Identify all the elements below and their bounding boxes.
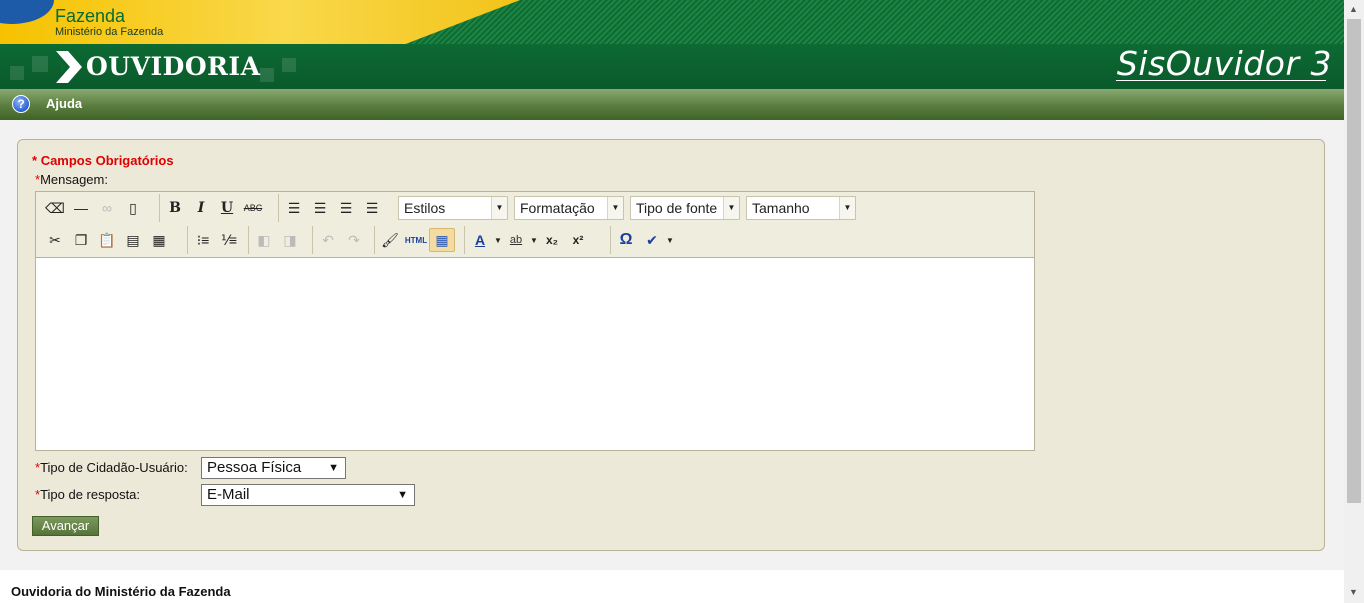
message-editor: ⌫ — ∞ ▯ B I U ABC ☰ ☰ ☰ ☰ Estilos ▼ Form… — [35, 191, 1035, 451]
chevron-down-icon[interactable]: ▼ — [529, 228, 539, 252]
subscript-button[interactable]: x₂ — [539, 228, 565, 252]
format-select[interactable]: Formatação ▼ — [514, 196, 624, 220]
response-type-value: E-Mail — [207, 486, 250, 503]
styles-select-label: Estilos — [404, 200, 446, 216]
citizen-type-value: Pessoa Física — [207, 459, 302, 476]
font-select[interactable]: Tipo de fonte ▼ — [630, 196, 740, 220]
new-page-icon[interactable]: ▯ — [120, 196, 146, 220]
chevron-down-icon[interactable]: ▼ — [493, 228, 503, 252]
chevron-logo-icon — [56, 51, 82, 83]
size-select[interactable]: Tamanho ▼ — [746, 196, 856, 220]
align-center-icon[interactable]: ☰ — [307, 196, 333, 220]
bulleted-list-icon[interactable]: ⁝≡ — [190, 228, 216, 252]
bold-button[interactable]: B — [162, 196, 188, 220]
help-icon[interactable]: ? — [12, 95, 30, 113]
brand-name: Fazenda — [55, 6, 126, 26]
toolbar-group-insert: ⌫ — ∞ ▯ — [40, 194, 146, 222]
outdent-icon[interactable]: ◧ — [251, 228, 277, 252]
chevron-down-icon: ▼ — [397, 489, 408, 501]
product-name: SisOuvidor 3 — [1116, 44, 1332, 83]
align-justify-icon[interactable]: ☰ — [359, 196, 385, 220]
redo-icon[interactable]: ↷ — [341, 228, 367, 252]
message-label: *Mensagem: — [35, 172, 108, 187]
horizontal-rule-icon[interactable]: — — [68, 196, 94, 220]
chevron-down-icon: ▼ — [491, 197, 507, 219]
toolbar-group-indent: ◧ ◨ — [248, 226, 303, 254]
header-logo-bar: OUVIDORIA SisOuvidor 3 — [0, 44, 1344, 89]
font-select-label: Tipo de fonte — [636, 200, 718, 216]
spellcheck-icon[interactable]: ✔ — [639, 228, 665, 252]
numbered-list-icon[interactable]: ⅟≡ — [216, 228, 242, 252]
underline-button[interactable]: U — [214, 196, 240, 220]
indent-icon[interactable]: ◨ — [277, 228, 303, 252]
editor-toolbar: ⌫ — ∞ ▯ B I U ABC ☰ ☰ ☰ ☰ Estilos ▼ Form… — [36, 192, 1034, 258]
response-type-label: *Tipo de resposta: — [35, 487, 140, 502]
styles-select[interactable]: Estilos ▼ — [398, 196, 508, 220]
response-type-label-text: Tipo de resposta: — [40, 487, 141, 502]
toolbar-group-colors: A ▼ ab ▼ x₂ x² — [464, 226, 591, 254]
scrollbar-thumb[interactable] — [1347, 19, 1361, 503]
ouvidoria-logo[interactable]: OUVIDORIA — [54, 51, 261, 83]
size-select-label: Tamanho — [752, 200, 810, 216]
paste-icon[interactable]: 📋 — [94, 228, 120, 252]
toolbar-group-lists: ⁝≡ ⅟≡ — [187, 226, 242, 254]
html-source-button[interactable]: HTML — [403, 228, 429, 252]
undo-icon[interactable]: ↶ — [315, 228, 341, 252]
special-char-button[interactable]: Ω — [613, 228, 639, 252]
format-select-label: Formatação — [520, 200, 595, 216]
scroll-up-arrow-icon[interactable]: ▲ — [1349, 4, 1358, 14]
table-icon[interactable]: ▦ — [429, 228, 455, 252]
paste-word-icon[interactable]: ▦ — [146, 228, 172, 252]
toolbar-group-history: ↶ ↷ — [312, 226, 367, 254]
font-color-button[interactable]: A — [467, 228, 493, 252]
brand-subtitle: Ministério da Fazenda — [55, 26, 164, 38]
required-marker: * — [32, 153, 38, 168]
response-type-select[interactable]: E-Mail ▼ — [201, 484, 415, 506]
chevron-down-icon: ▼ — [328, 462, 339, 474]
italic-button[interactable]: I — [188, 196, 214, 220]
cut-icon[interactable]: ✂ — [42, 228, 68, 252]
menu-item-help[interactable]: Ajuda — [46, 96, 82, 111]
page-scrollbar[interactable]: ▲ ▼ — [1344, 0, 1364, 603]
align-left-icon[interactable]: ☰ — [281, 196, 307, 220]
align-right-icon[interactable]: ☰ — [333, 196, 359, 220]
product-underline — [1116, 80, 1326, 81]
toolbar-group-clipboard: ✂ ❐ 📋 ▤ ▦ — [40, 226, 172, 254]
remove-format-icon[interactable]: ⌫ — [42, 196, 68, 220]
highlight-button[interactable]: ab — [503, 228, 529, 252]
required-fields-note: * Campos Obrigatórios — [32, 153, 174, 168]
toolbar-group-special: Ω ✔ ▼ — [610, 226, 675, 254]
citizen-type-select[interactable]: Pessoa Física ▼ — [201, 457, 346, 479]
footer-text: Ouvidoria do Ministério da Fazenda — [11, 584, 231, 599]
message-label-text: Mensagem: — [40, 172, 108, 187]
advance-button[interactable]: Avançar — [32, 516, 99, 536]
citizen-type-label-text: Tipo de Cidadão-Usuário: — [40, 460, 188, 475]
chevron-down-icon: ▼ — [723, 197, 739, 219]
superscript-button[interactable]: x² — [565, 228, 591, 252]
paste-text-icon[interactable]: ▤ — [120, 228, 146, 252]
citizen-type-label: *Tipo de Cidadão-Usuário: — [35, 460, 188, 475]
message-text-area[interactable] — [36, 258, 1034, 450]
chevron-down-icon: ▼ — [607, 197, 623, 219]
chevron-down-icon: ▼ — [839, 197, 855, 219]
toolbar-group-align: ☰ ☰ ☰ ☰ — [278, 194, 385, 222]
strikethrough-button[interactable]: ABC — [240, 196, 266, 220]
link-icon[interactable]: ∞ — [94, 196, 120, 220]
menu-bar: ? Ajuda — [0, 89, 1344, 120]
clean-brush-icon[interactable]: 🖌 — [377, 228, 403, 252]
copy-icon[interactable]: ❐ — [68, 228, 94, 252]
site-header: Fazenda Ministério da Fazenda OUVIDORIA … — [0, 0, 1344, 89]
scroll-down-arrow-icon[interactable]: ▼ — [1349, 587, 1358, 597]
toolbar-group-tools: 🖌 HTML ▦ — [374, 226, 455, 254]
required-note-label: Campos Obrigatórios — [40, 153, 174, 168]
toolbar-group-text-style: B I U ABC — [159, 194, 266, 222]
chevron-down-icon[interactable]: ▼ — [665, 228, 675, 252]
ouvidoria-logo-text: OUVIDORIA — [86, 52, 261, 81]
